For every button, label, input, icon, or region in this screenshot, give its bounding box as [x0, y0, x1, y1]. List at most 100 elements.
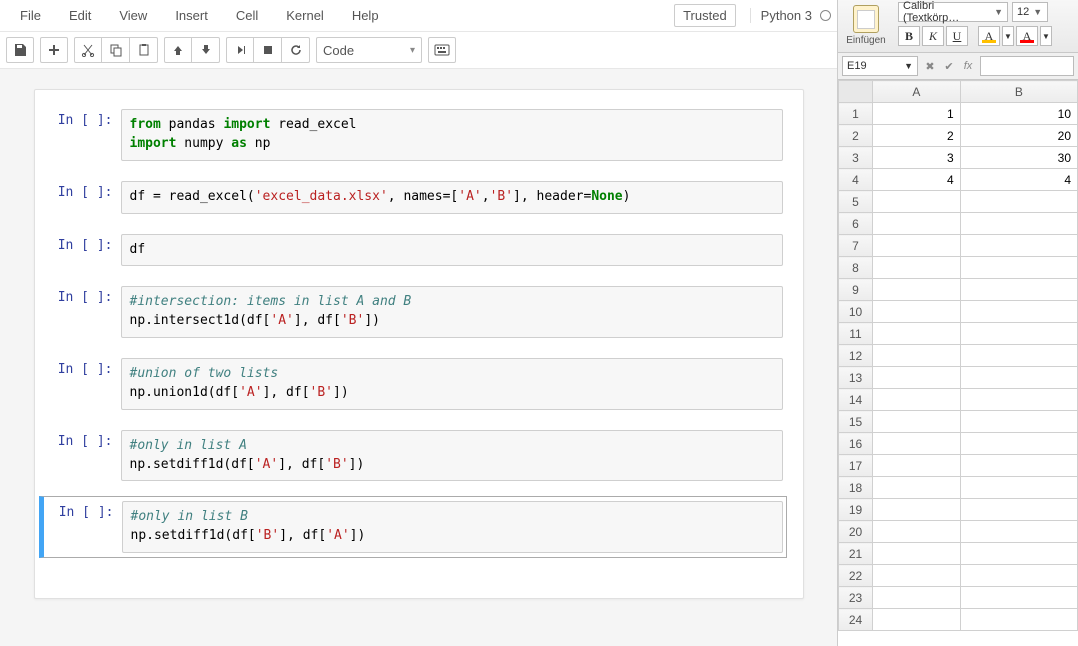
row-header[interactable]: 12 [839, 345, 873, 367]
run-button[interactable] [226, 37, 254, 63]
input-area[interactable]: #intersection: items in list A and B np.… [121, 286, 783, 338]
cell[interactable] [960, 389, 1077, 411]
cell[interactable] [960, 565, 1077, 587]
code-cell[interactable]: In [ ]:from pandas import read_excel imp… [39, 104, 787, 166]
cell[interactable] [873, 499, 961, 521]
input-area[interactable]: #union of two lists np.union1d(df['A'], … [121, 358, 783, 410]
row-header[interactable]: 1 [839, 103, 873, 125]
row-header[interactable]: 18 [839, 477, 873, 499]
cell[interactable] [873, 411, 961, 433]
cell[interactable] [873, 213, 961, 235]
notebook-area[interactable]: In [ ]:from pandas import read_excel imp… [0, 69, 837, 646]
input-area[interactable]: df [121, 234, 783, 267]
cell[interactable] [873, 477, 961, 499]
move-up-button[interactable] [164, 37, 192, 63]
save-button[interactable] [6, 37, 34, 63]
formula-input[interactable] [980, 56, 1074, 76]
cell[interactable] [873, 389, 961, 411]
fill-color-dropdown[interactable]: ▼ [1002, 26, 1014, 46]
row-header[interactable]: 17 [839, 455, 873, 477]
row-header[interactable]: 9 [839, 279, 873, 301]
font-color-button[interactable]: A [1016, 26, 1038, 46]
cell[interactable] [960, 587, 1077, 609]
input-area[interactable]: #only in list B np.setdiff1d(df['B'], df… [122, 501, 783, 553]
menu-cell[interactable]: Cell [222, 2, 272, 29]
row-header[interactable]: 7 [839, 235, 873, 257]
select-all-corner[interactable] [839, 81, 873, 103]
row-header[interactable]: 13 [839, 367, 873, 389]
code-cell[interactable]: In [ ]:#only in list B np.setdiff1d(df['… [39, 496, 787, 558]
italic-button[interactable]: K [922, 26, 944, 46]
cell[interactable] [960, 455, 1077, 477]
row-header[interactable]: 19 [839, 499, 873, 521]
cell[interactable]: 2 [873, 125, 961, 147]
cell-type-select[interactable]: Code ▾ [316, 37, 422, 63]
cell[interactable] [960, 301, 1077, 323]
cell[interactable] [873, 345, 961, 367]
cell[interactable] [960, 323, 1077, 345]
menu-insert[interactable]: Insert [161, 2, 222, 29]
cell[interactable] [960, 367, 1077, 389]
cancel-formula-icon[interactable]: ✖ [922, 58, 938, 74]
row-header[interactable]: 6 [839, 213, 873, 235]
cell[interactable] [873, 521, 961, 543]
copy-button[interactable] [102, 37, 130, 63]
paste-button[interactable]: Einfügen [842, 5, 890, 46]
cell[interactable]: 20 [960, 125, 1077, 147]
menu-help[interactable]: Help [338, 2, 393, 29]
code-cell[interactable]: In [ ]:#only in list A np.setdiff1d(df['… [39, 425, 787, 487]
cell[interactable] [873, 279, 961, 301]
trusted-badge[interactable]: Trusted [674, 4, 736, 27]
cell[interactable] [960, 213, 1077, 235]
kernel-indicator[interactable]: Python 3 [750, 8, 831, 23]
cell[interactable] [873, 367, 961, 389]
cell[interactable] [960, 279, 1077, 301]
row-header[interactable]: 24 [839, 609, 873, 631]
cell[interactable] [873, 235, 961, 257]
cell[interactable] [960, 543, 1077, 565]
menu-kernel[interactable]: Kernel [272, 2, 338, 29]
bold-button[interactable]: B [898, 26, 920, 46]
font-size-select[interactable]: 12 ▼ [1012, 2, 1048, 22]
accept-formula-icon[interactable]: ✔ [941, 58, 957, 74]
cell[interactable] [960, 433, 1077, 455]
code-cell[interactable]: In [ ]:#union of two lists np.union1d(df… [39, 353, 787, 415]
underline-button[interactable]: U [946, 26, 968, 46]
input-area[interactable]: df = read_excel('excel_data.xlsx', names… [121, 181, 783, 214]
cell[interactable] [873, 191, 961, 213]
row-header[interactable]: 8 [839, 257, 873, 279]
row-header[interactable]: 2 [839, 125, 873, 147]
cell[interactable] [873, 543, 961, 565]
cell[interactable] [873, 587, 961, 609]
cell[interactable]: 1 [873, 103, 961, 125]
cell[interactable] [960, 191, 1077, 213]
code-cell[interactable]: In [ ]:df [39, 229, 787, 272]
cell[interactable] [960, 345, 1077, 367]
cell[interactable]: 3 [873, 147, 961, 169]
add-cell-button[interactable] [40, 37, 68, 63]
cell[interactable] [873, 609, 961, 631]
cell[interactable] [960, 609, 1077, 631]
row-header[interactable]: 14 [839, 389, 873, 411]
cell[interactable]: 10 [960, 103, 1077, 125]
cell[interactable] [873, 301, 961, 323]
menu-file[interactable]: File [6, 2, 55, 29]
restart-button[interactable] [282, 37, 310, 63]
row-header[interactable]: 15 [839, 411, 873, 433]
cell[interactable] [873, 433, 961, 455]
code-cell[interactable]: In [ ]:df = read_excel('excel_data.xlsx'… [39, 176, 787, 219]
row-header[interactable]: 20 [839, 521, 873, 543]
font-color-dropdown[interactable]: ▼ [1040, 26, 1052, 46]
code-cell[interactable]: In [ ]:#intersection: items in list A an… [39, 281, 787, 343]
row-header[interactable]: 22 [839, 565, 873, 587]
input-area[interactable]: from pandas import read_excel import num… [121, 109, 783, 161]
stop-button[interactable] [254, 37, 282, 63]
menu-edit[interactable]: Edit [55, 2, 105, 29]
row-header[interactable]: 5 [839, 191, 873, 213]
row-header[interactable]: 11 [839, 323, 873, 345]
cut-button[interactable] [74, 37, 102, 63]
row-header[interactable]: 3 [839, 147, 873, 169]
row-header[interactable]: 21 [839, 543, 873, 565]
move-down-button[interactable] [192, 37, 220, 63]
column-header[interactable]: B [960, 81, 1077, 103]
